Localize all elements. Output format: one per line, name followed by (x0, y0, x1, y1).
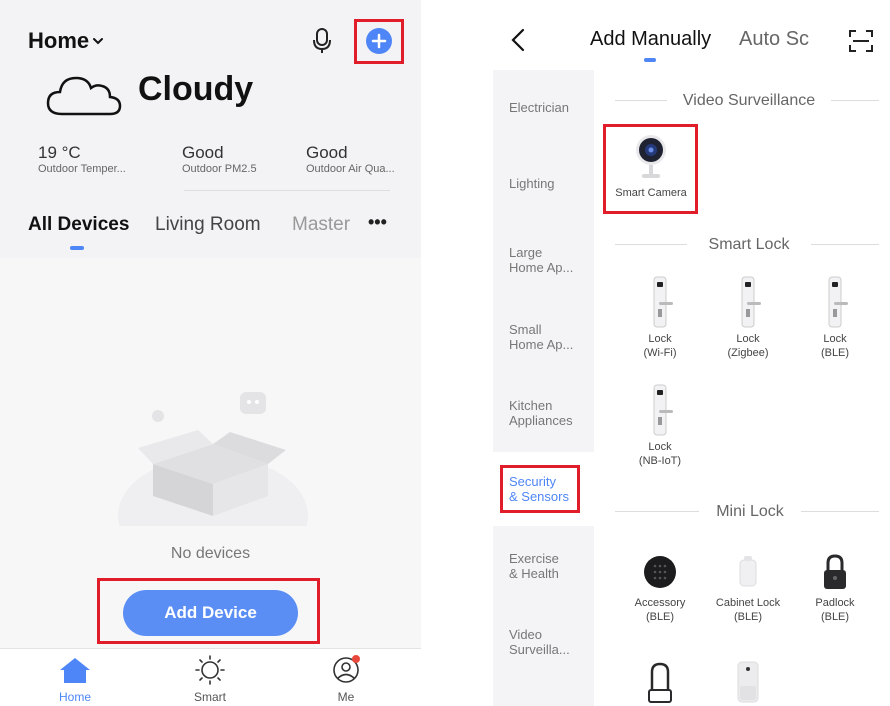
category-large-home-appliances[interactable]: Large Home Ap... (509, 245, 589, 275)
device-lock-ble[interactable]: Lock (BLE) (790, 276, 880, 360)
profile-icon (333, 655, 360, 683)
more-tabs-button[interactable]: ••• (368, 212, 387, 233)
stat-value: Good (182, 143, 224, 162)
category-electrician[interactable]: Electrician (509, 100, 589, 115)
door-lock-icon (653, 384, 673, 436)
category-exercise-health[interactable]: Exercise & Health (509, 551, 589, 581)
weather-condition: Cloudy (138, 70, 254, 108)
category-video-surveillance[interactable]: Video Surveilla... (509, 627, 589, 657)
stat-label: Outdoor PM2.5 (182, 163, 257, 175)
tab-living-room[interactable]: Living Room (155, 214, 261, 236)
empty-box-illustration (118, 392, 308, 526)
section-title-mini-lock: Mini Lock (716, 503, 784, 520)
cabinet-lock-icon (739, 556, 757, 587)
active-tab-indicator (70, 246, 84, 250)
door-lock-icon (741, 276, 761, 328)
box-lock-icon (737, 661, 759, 703)
back-arrow-icon[interactable] (511, 28, 525, 52)
device-accessory[interactable]: Accessory (BLE) (615, 552, 705, 624)
device-padlock[interactable]: Padlock (BLE) (790, 552, 880, 624)
tab-auto-scan[interactable]: Auto Sc (739, 28, 809, 51)
section-title-smart-lock: Smart Lock (708, 236, 790, 253)
nav-home[interactable]: Home (35, 655, 115, 704)
nav-label: Me (337, 690, 355, 704)
home-icon (60, 658, 90, 683)
stat-value: 19 °C (38, 143, 81, 162)
door-lock-icon (653, 276, 673, 328)
device-label: Padlock (BLE) (815, 597, 855, 623)
device-label: Lock (Zigbee) (727, 333, 769, 359)
device-lock-wifi[interactable]: Lock (Wi-Fi) (615, 276, 705, 360)
stat-label: Outdoor Air Qua... (306, 163, 395, 175)
section-divider (811, 244, 879, 245)
device-lock-zigbee[interactable]: Lock (Zigbee) (703, 276, 793, 360)
category-kitchen-appliances[interactable]: Kitchen Appliances (509, 398, 589, 428)
section-divider (615, 244, 687, 245)
scan-icon[interactable] (849, 30, 873, 52)
divider (184, 190, 390, 191)
stat-label: Outdoor Temper... (38, 163, 126, 175)
nav-label: Home (58, 690, 91, 704)
device-label: Accessory (BLE) (634, 597, 686, 623)
chevron-down-icon[interactable] (92, 35, 104, 47)
u-lock-icon (648, 662, 672, 703)
section-divider (615, 511, 699, 512)
device-u-lock[interactable] (615, 660, 705, 706)
device-cabinet-lock[interactable]: Cabinet Lock (BLE) (703, 552, 793, 624)
category-sidebar (493, 70, 594, 706)
highlight-smart-camera (603, 124, 698, 214)
tab-add-manually[interactable]: Add Manually (590, 28, 711, 51)
device-box-lock[interactable] (703, 660, 793, 706)
sun-icon (195, 655, 225, 685)
highlight-add-device (97, 578, 320, 644)
microphone-icon[interactable] (312, 28, 332, 54)
tab-all-devices[interactable]: All Devices (28, 214, 129, 236)
device-label: Lock (NB-IoT) (638, 441, 682, 467)
active-tab-indicator (644, 58, 656, 62)
highlight-add-icon (354, 19, 404, 64)
tab-master[interactable]: Master (292, 214, 350, 236)
stat-pm25: Good Outdoor PM2.5 (182, 143, 257, 175)
home-screen: Home Cloudy 19 °C Outdoor Temper... Good… (0, 0, 421, 706)
nav-label: Smart (193, 690, 226, 704)
bottom-nav: Home Smart Me (0, 648, 421, 706)
section-divider (801, 511, 879, 512)
door-lock-icon (828, 276, 848, 328)
stat-air-quality: Good Outdoor Air Qua... (306, 143, 395, 175)
nav-me[interactable]: Me (306, 655, 386, 704)
section-divider (615, 100, 667, 101)
section-title-video-surveillance: Video Surveillance (682, 92, 816, 109)
padlock-icon (824, 554, 846, 589)
device-label: Lock (BLE) (820, 333, 850, 359)
stat-value: Good (306, 143, 348, 162)
highlight-security-sensors (500, 465, 580, 513)
device-lock-nb-iot[interactable]: Lock (NB-IoT) (615, 384, 705, 468)
keypad-icon (644, 556, 676, 588)
category-lighting[interactable]: Lighting (509, 176, 589, 191)
device-label: Lock (Wi-Fi) (643, 333, 677, 359)
home-selector-label[interactable]: Home (28, 28, 89, 54)
section-divider (831, 100, 879, 101)
stat-temperature: 19 °C Outdoor Temper... (38, 143, 126, 175)
nav-smart[interactable]: Smart (170, 655, 250, 704)
cloud-icon (46, 76, 122, 116)
add-device-screen: Add Manually Auto Sc Electrician Lightin… (493, 0, 890, 706)
device-label: Cabinet Lock (BLE) (715, 597, 781, 623)
category-small-home-appliances[interactable]: Small Home Ap... (509, 322, 589, 352)
empty-state-text: No devices (170, 545, 251, 562)
